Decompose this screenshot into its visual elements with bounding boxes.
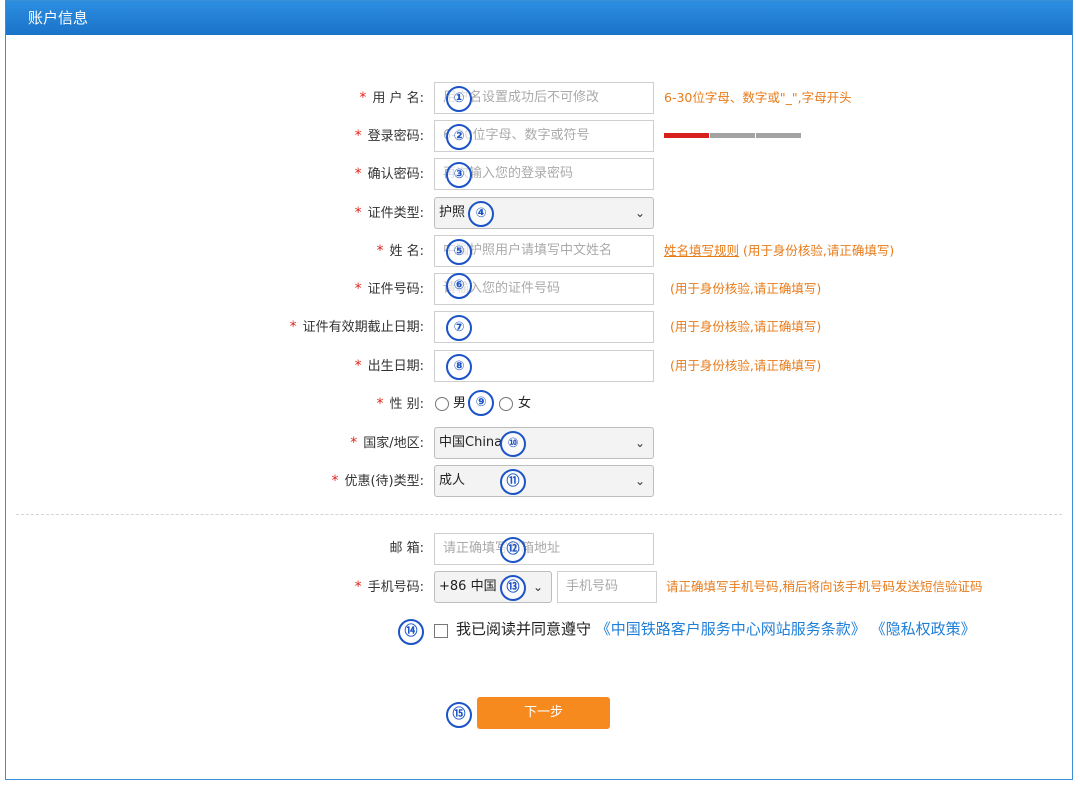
birth-date-row: * 出生日期: (用于身份核验,请正确填写) ⑧ (6, 350, 1072, 382)
gender-row: * 性 别: 男 ⑨ 女 (6, 388, 1072, 420)
annotation-5: ⑤ (446, 239, 472, 265)
id-type-label: * 证件类型: (354, 205, 424, 221)
username-row: * 用 户 名: 用户名设置成功后不可修改 6-30位字母、数字或"_",字母开头… (6, 82, 1072, 114)
id-type-row: * 证件类型: 护照 ⌄ ④ (6, 197, 1072, 229)
password-strength-bar-1 (664, 133, 709, 138)
annotation-13: ⑬ (500, 575, 526, 601)
annotation-7: ⑦ (446, 315, 472, 341)
annotation-15: ⑮ (446, 702, 472, 728)
agreement-text: 我已阅读并同意遵守 《中国铁路客户服务中心网站服务条款》 《隐私权政策》 (456, 620, 976, 638)
annotation-11: ⑪ (500, 469, 526, 495)
chevron-down-icon: ⌄ (634, 474, 645, 488)
name-hint: 姓名填写规则 (用于身份核验,请正确填写) (664, 243, 895, 258)
id-number-label: * 证件号码: (354, 281, 424, 297)
annotation-1: ① (446, 86, 472, 112)
name-row: * 姓 名: 中国护照用户请填写中文姓名 姓名填写规则 (用于身份核验,请正确填写… (6, 235, 1072, 267)
gender-female-radio[interactable] (499, 397, 513, 411)
phone-hint: 请正确填写手机号码,稍后将向该手机号码发送短信验证码 (666, 579, 983, 594)
id-number-hint: (用于身份核验,请正确填写) (670, 281, 822, 296)
password-label: * 登录密码: (354, 128, 424, 144)
phone-label: * 手机号码: (354, 579, 424, 595)
discount-type-label: * 优惠(待)类型: (331, 473, 424, 489)
annotation-10: ⑩ (500, 431, 526, 457)
annotation-9: ⑨ (468, 390, 494, 416)
country-row: * 国家/地区: 中国China ⌄ ⑩ (6, 427, 1072, 459)
country-select[interactable]: 中国China ⌄ (434, 427, 654, 459)
privacy-link[interactable]: 《隐私权政策》 (871, 620, 976, 638)
password-row: * 登录密码: 6-20位字母、数字或符号 ② (6, 120, 1072, 152)
chevron-down-icon: ⌄ (634, 436, 645, 450)
phone-input[interactable]: 手机号码 (557, 571, 657, 603)
next-step-button[interactable]: 下一步 (477, 697, 610, 729)
confirm-password-label: * 确认密码: (354, 166, 424, 182)
password-strength-bar-2 (710, 133, 755, 138)
birth-date-hint: (用于身份核验,请正确填写) (670, 358, 822, 373)
agreement-checkbox[interactable] (434, 624, 448, 638)
chevron-down-icon: ⌄ (634, 206, 645, 220)
gender-male-radio[interactable] (435, 397, 449, 411)
required-mark: * (359, 90, 367, 106)
country-label: * 国家/地区: (350, 435, 424, 451)
annotation-8: ⑧ (446, 354, 472, 380)
terms-link[interactable]: 《中国铁路客户服务中心网站服务条款》 (596, 620, 866, 638)
gender-male-label: 男 (453, 396, 467, 411)
gender-female-label: 女 (518, 396, 532, 411)
phone-row: * 手机号码: +86 中国 ⌄ 手机号码 请正确填写手机号码,稍后将向该手机号码发… (6, 571, 1072, 603)
password-strength-bar-3 (756, 133, 801, 138)
id-expiry-hint: (用于身份核验,请正确填写) (670, 319, 822, 334)
annotation-6: ⑥ (446, 273, 472, 299)
discount-type-select[interactable]: 成人 ⌄ (434, 465, 654, 497)
annotation-14: ⑭ (398, 619, 424, 645)
id-type-select[interactable]: 护照 ⌄ (434, 197, 654, 229)
name-label: * 姓 名: (376, 243, 424, 259)
chevron-down-icon: ⌄ (532, 580, 543, 594)
annotation-3: ③ (446, 162, 472, 188)
gender-label: * 性 别: (376, 396, 424, 412)
annotation-12: ⑫ (500, 537, 526, 563)
email-label: 邮 箱: (389, 541, 424, 556)
phone-country-code-select[interactable]: +86 中国 ⌄ (434, 571, 552, 603)
username-label: * 用 户 名: (359, 90, 424, 106)
panel-header: 账户信息 (6, 1, 1072, 35)
account-info-panel: 账户信息 * 用 户 名: 用户名设置成功后不可修改 6-30位字母、数字或"_"… (5, 0, 1073, 780)
annotation-4: ④ (468, 201, 494, 227)
id-expiry-label: * 证件有效期截止日期: (289, 319, 424, 335)
email-row: 邮 箱: 请正确填写邮箱地址 ⑫ (6, 533, 1072, 565)
id-expiry-row: * 证件有效期截止日期: (用于身份核验,请正确填写) ⑦ (6, 311, 1072, 343)
email-input[interactable]: 请正确填写邮箱地址 (434, 533, 654, 565)
annotation-2: ② (446, 124, 472, 150)
confirm-password-row: * 确认密码: 再次输入您的登录密码 ③ (6, 158, 1072, 190)
username-hint: 6-30位字母、数字或"_",字母开头 (664, 90, 852, 105)
section-divider (16, 514, 1062, 515)
id-number-row: * 证件号码: 请输入您的证件号码 (用于身份核验,请正确填写) ⑥ (6, 273, 1072, 305)
birth-date-label: * 出生日期: (354, 358, 424, 374)
discount-type-row: * 优惠(待)类型: 成人 ⌄ ⑪ (6, 465, 1072, 497)
name-rules-link[interactable]: 姓名填写规则 (664, 243, 739, 258)
